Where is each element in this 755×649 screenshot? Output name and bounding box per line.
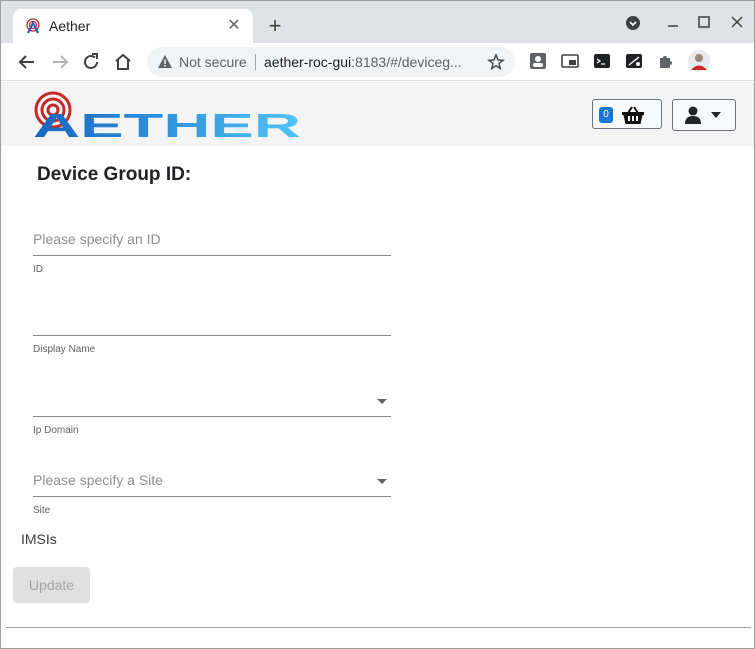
maximize-icon[interactable] [694, 13, 714, 33]
tab-close-icon[interactable]: ✕ [225, 17, 243, 35]
display-name-label: Display Name [33, 344, 96, 355]
display-name-input[interactable] [33, 302, 391, 336]
url-text[interactable]: aether-roc-gui:8183/#/deviceg... [264, 54, 479, 70]
site-select[interactable]: Please specify a Site [33, 463, 391, 497]
address-bar[interactable]: Not secure aether-roc-gui:8183/#/deviceg… [147, 47, 515, 77]
security-status[interactable]: Not secure [179, 54, 247, 70]
user-menu-button[interactable] [672, 99, 736, 131]
ip-domain-field: Ip Domain [33, 383, 391, 436]
back-icon[interactable] [15, 50, 39, 74]
basket-button[interactable]: 0 [592, 99, 662, 129]
home-icon[interactable] [111, 50, 135, 74]
url-path: :8183/#/deviceg... [351, 54, 462, 70]
tab-title: Aether [49, 18, 91, 34]
ip-domain-select[interactable] [33, 383, 391, 417]
screen-extension-icon[interactable] [625, 52, 643, 70]
page-title: Device Group ID: [37, 164, 192, 185]
browser-tab[interactable]: Aether ✕ [13, 9, 253, 43]
chevron-down-icon [711, 112, 721, 118]
ip-domain-label: Ip Domain [33, 425, 79, 436]
profile-extension-icon[interactable] [529, 52, 547, 70]
extension-puzzle-icon[interactable] [657, 52, 675, 70]
picture-in-picture-icon[interactable] [561, 52, 579, 70]
browser-window: Aether ✕ + Not secure aether-roc-gui:818… [0, 0, 755, 649]
window-close-icon[interactable] [727, 13, 747, 33]
browser-toolbar: Not secure aether-roc-gui:8183/#/deviceg… [1, 43, 754, 81]
site-placeholder: Please specify a Site [33, 472, 163, 488]
basket-count-badge: 0 [599, 107, 613, 123]
chevron-down-icon[interactable] [377, 479, 387, 484]
display-name-field: Display Name [33, 302, 391, 355]
warning-icon[interactable] [157, 54, 173, 70]
site-field: Please specify a Site Site [33, 463, 391, 516]
site-label: Site [33, 505, 51, 516]
imsis-label: IMSIs [21, 531, 57, 547]
basket-icon [622, 106, 644, 124]
star-icon[interactable] [487, 53, 505, 71]
update-button[interactable]: Update [13, 567, 90, 603]
reload-icon[interactable] [79, 50, 103, 74]
aether-logo[interactable]: AETHER [33, 88, 303, 140]
id-label: ID [33, 264, 43, 275]
app-header: AETHER 0 [1, 82, 754, 146]
tab-strip: Aether ✕ + [1, 1, 754, 43]
omnibox-divider [255, 54, 256, 70]
terminal-extension-icon[interactable] [593, 52, 611, 70]
user-icon [685, 106, 701, 124]
logo-text: AETHER [33, 107, 301, 140]
new-tab-plus-icon[interactable]: + [263, 15, 287, 39]
url-host: aether-roc-gui [264, 54, 352, 70]
forward-icon[interactable] [48, 50, 72, 74]
tab-search-icon[interactable] [623, 13, 643, 33]
minimize-icon[interactable] [663, 13, 683, 33]
id-field: ID [33, 222, 391, 275]
id-input[interactable] [33, 222, 391, 256]
aether-favicon-icon [26, 18, 40, 34]
chevron-down-icon[interactable] [377, 399, 387, 404]
page-footer-divider [6, 627, 751, 628]
avatar[interactable] [688, 50, 710, 72]
